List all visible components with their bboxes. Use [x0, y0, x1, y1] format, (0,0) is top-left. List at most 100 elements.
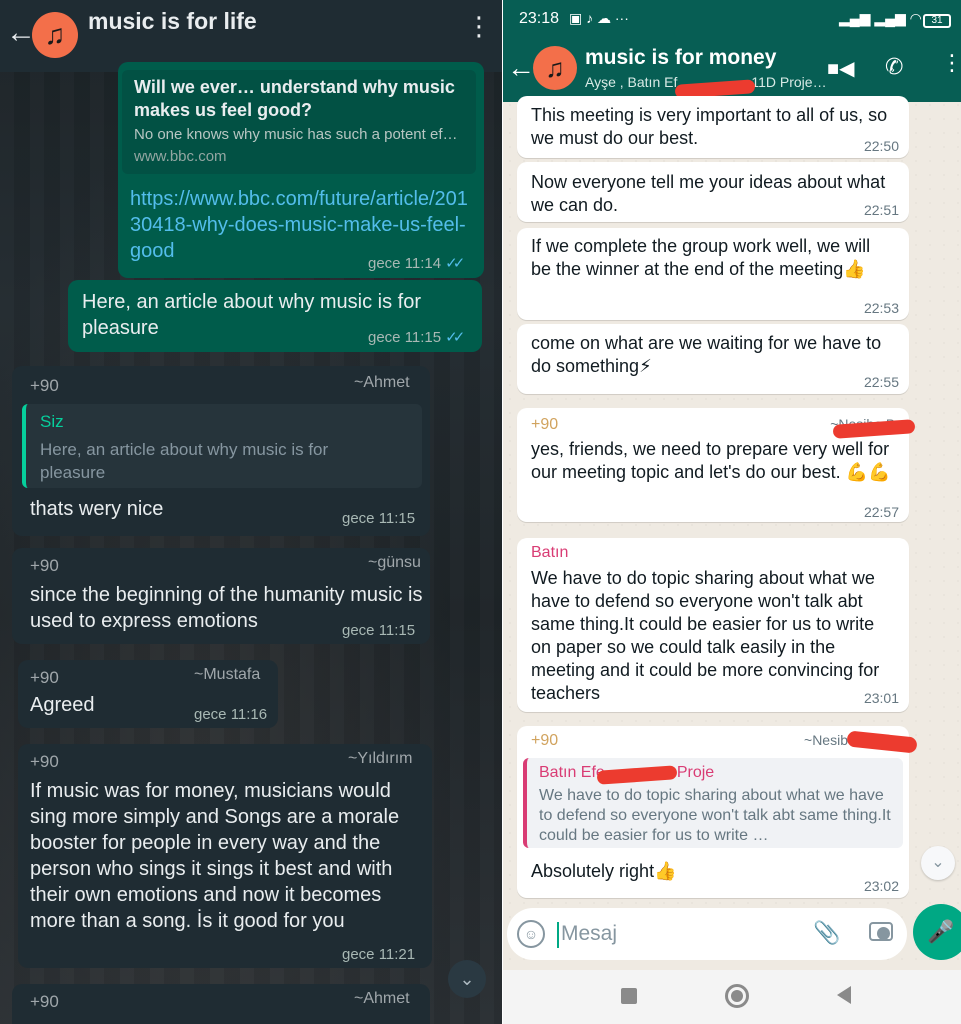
video-call-icon[interactable]: ■◀ — [827, 56, 854, 81]
message-time: 22:53 — [863, 300, 899, 316]
redaction-mark — [846, 730, 918, 754]
message-time: 23:02 — [863, 878, 899, 894]
incoming-message[interactable]: +90 ~günsu since the beginning of the hu… — [12, 548, 430, 644]
music-note-icon: ♫ — [545, 53, 565, 83]
message-time-text: gece 11:15 — [368, 329, 442, 346]
read-receipt-icon: ✓✓ — [445, 255, 465, 272]
quoted-text: We have to do topic sharing about what w… — [539, 787, 891, 844]
message-text: Agreed — [30, 694, 95, 716]
signal-wifi-icons: ▂▄▆ ▂▄▆ ◠ — [839, 10, 922, 26]
system-nav-bar — [503, 970, 961, 1024]
camera-icon[interactable] — [869, 922, 893, 941]
microphone-button[interactable]: 🎤 — [913, 904, 961, 960]
home-button[interactable] — [725, 984, 749, 1008]
incoming-message[interactable]: +90 ~Ahmet — [12, 984, 430, 1024]
message-text: Now everyone tell me your ideas about wh… — [531, 172, 886, 215]
sender-name: Batın — [531, 544, 569, 561]
message-text: Absolutely right👍 — [531, 861, 677, 881]
message-text: If music was for money, musicians would … — [30, 780, 400, 932]
microphone-icon: 🎤 — [927, 919, 955, 944]
message-time: 22:57 — [863, 504, 899, 520]
sender-phone: +90 — [531, 416, 559, 433]
message-time: gece 11:21 — [342, 946, 416, 963]
chat-header: ← ♫ music is for money Ayşe , Batın Ef 11… — [503, 40, 961, 102]
more-options-icon[interactable]: ⋮ — [466, 13, 492, 39]
message-time: 22:51 — [863, 202, 899, 218]
quoted-sender: Siz — [40, 412, 64, 431]
scroll-down-button[interactable]: ⌄ — [921, 846, 955, 880]
notification-icons: ▣ ♪ ☁ ··· — [569, 10, 629, 26]
link-preview-domain: www.bbc.com — [134, 148, 227, 165]
sender-phone: +90 — [30, 668, 59, 687]
message-input[interactable] — [561, 920, 791, 948]
message-text: yes, friends, we need to prepare very we… — [531, 439, 891, 482]
outgoing-message[interactable]: Now everyone tell me your ideas about wh… — [517, 162, 909, 222]
back-button[interactable] — [837, 986, 851, 1004]
incoming-message[interactable]: +90 ~Nesibe Be yes, friends, we need to … — [517, 408, 916, 522]
sender-phone: +90 — [30, 992, 59, 1011]
sender-name: ~Ahmet — [354, 990, 410, 1007]
message-composer: ☺ 📎 — [507, 908, 907, 960]
quoted-message[interactable]: Siz Here, an article about why music is … — [22, 404, 422, 488]
sender-phone: +90 — [30, 556, 59, 575]
chevron-down-icon: ⌄ — [459, 969, 475, 989]
outgoing-message[interactable]: If we complete the group work well, we w… — [517, 228, 909, 320]
message-time: gece 11:16 — [194, 706, 268, 723]
message-time: gece 11:15 — [342, 510, 416, 527]
sender-phone: +90 — [30, 376, 59, 395]
right-chat-screenshot: 23:18 ▣ ♪ ☁ ··· ▂▄▆ ▂▄▆ ◠ 31 ← ♫ music i… — [503, 0, 961, 1024]
sender-name: ~Ahmet — [354, 374, 410, 391]
message-text: come on what are we waiting for we have … — [531, 333, 882, 376]
message-text: If we complete the group work well, we w… — [531, 236, 871, 279]
outgoing-message[interactable]: Here, an article about why music is for … — [68, 280, 482, 352]
group-members-text: Ayşe , Batın Ef — [585, 74, 678, 90]
message-time: gece 11:14 ✓✓ — [368, 254, 465, 272]
link-preview-card[interactable]: Will we ever… understand why music makes… — [122, 70, 476, 174]
link-preview-description: No one knows why music has such a potent… — [134, 126, 458, 143]
phone-call-icon[interactable]: ✆ — [885, 54, 903, 80]
message-time-text: gece 11:14 — [368, 255, 442, 272]
outgoing-message[interactable]: come on what are we waiting for we have … — [517, 324, 909, 394]
incoming-message[interactable]: Batın We have to do topic sharing about … — [517, 538, 909, 712]
emoji-icon[interactable]: ☺ — [517, 920, 545, 948]
group-avatar[interactable]: ♫ — [533, 46, 577, 90]
message-time: gece 11:15 — [342, 622, 416, 639]
message-time: 23:01 — [863, 690, 899, 706]
sender-phone: +90 — [30, 752, 59, 771]
message-time: 22:50 — [863, 138, 899, 154]
recent-apps-button[interactable] — [621, 988, 637, 1004]
quoted-message[interactable]: Batın Efe Proje We have to do topic shari… — [523, 758, 903, 848]
chevron-down-icon: ⌄ — [931, 854, 945, 871]
left-chat-screenshot: ← ♫ music is for life ⋮ Will we ever… un… — [0, 0, 502, 1024]
incoming-message[interactable]: +90 ~Mustafa Agreed gece 11:16 — [18, 660, 278, 728]
group-members-tail: 11D Proje… — [751, 74, 827, 90]
message-time: gece 11:15 ✓✓ — [368, 328, 465, 346]
sender-name: ~Yıldırım — [348, 750, 413, 767]
link-preview-title: Will we ever… understand why music makes… — [134, 77, 455, 120]
sender-name: ~günsu — [368, 554, 421, 571]
sender-phone: +90 — [531, 732, 559, 749]
more-options-icon[interactable]: ⋮ — [941, 52, 961, 74]
incoming-message[interactable]: +90 ~Ahmet Siz Here, an article about wh… — [12, 366, 430, 536]
chat-title[interactable]: music is for life — [88, 8, 257, 35]
battery-icon: 31 — [923, 14, 951, 28]
text-caret — [557, 922, 559, 948]
group-avatar[interactable]: ♫ — [32, 12, 78, 58]
status-bar: 23:18 ▣ ♪ ☁ ··· ▂▄▆ ▂▄▆ ◠ 31 — [503, 0, 961, 40]
incoming-message[interactable]: +90 ~Nesibe B Batın Efe Proje We have to … — [517, 726, 918, 898]
music-note-icon: ♫ — [44, 19, 66, 50]
incoming-message[interactable]: +90 ~Yıldırım If music was for money, mu… — [18, 744, 432, 968]
quoted-sender-tail: Proje — [676, 764, 715, 781]
status-time: 23:18 — [519, 10, 560, 27]
message-text: thats wery nice — [30, 498, 164, 520]
outgoing-message[interactable]: This meeting is very important to all of… — [517, 96, 909, 158]
quoted-sender-name: Batın Efe — [539, 764, 605, 781]
back-arrow-icon[interactable]: ← — [507, 54, 535, 82]
message-time: 22:55 — [863, 374, 899, 390]
sender-name: ~Mustafa — [194, 666, 261, 683]
scroll-down-button[interactable]: ⌄ — [448, 960, 486, 998]
paperclip-icon[interactable]: 📎 — [813, 920, 840, 946]
chat-title[interactable]: music is for money — [585, 46, 776, 70]
read-receipt-icon: ✓✓ — [445, 329, 465, 346]
message-link-url[interactable]: https://www.bbc.com/future/article/20130… — [130, 186, 470, 264]
